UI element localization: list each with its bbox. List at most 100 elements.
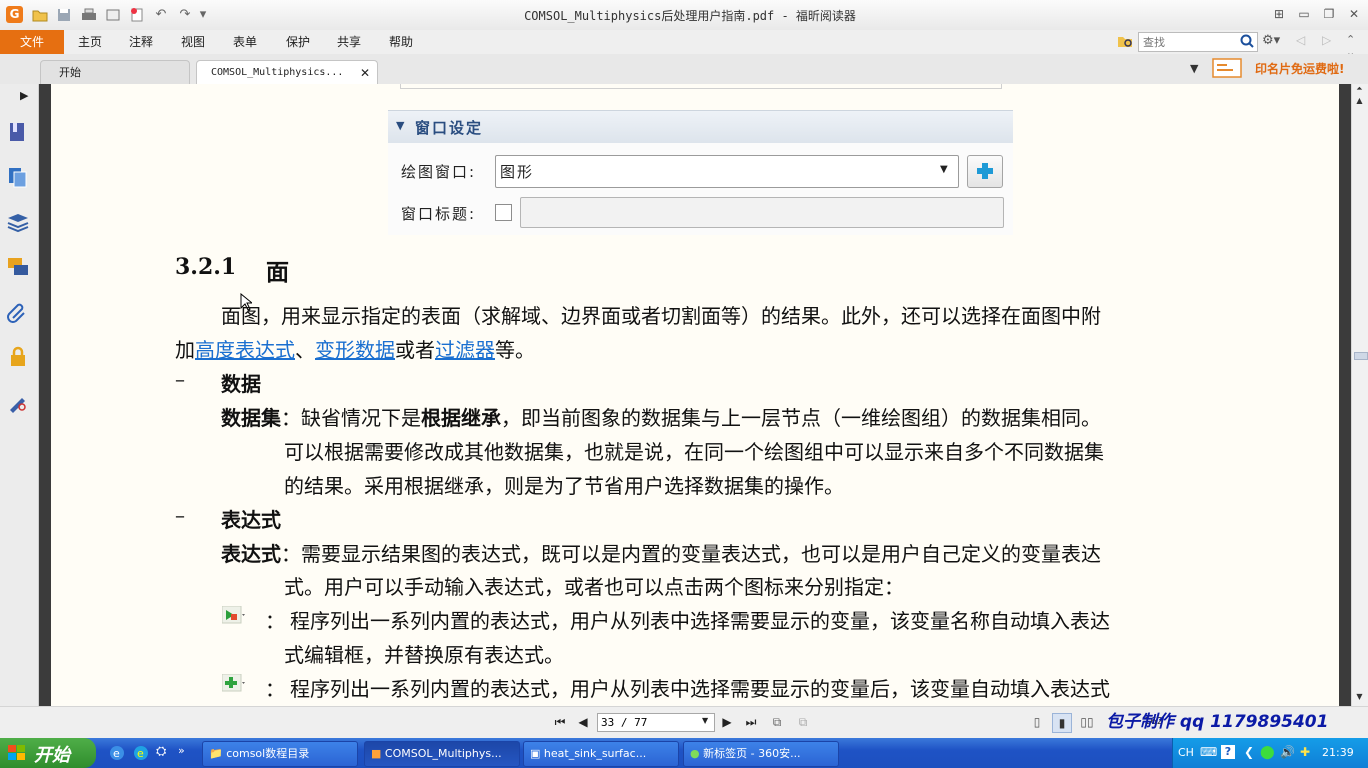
- restore-icon[interactable]: ❐: [1319, 5, 1339, 23]
- intro-line-1: 面图，用来显示指定的表面（求解域、边界面或者切割面等）的结果。此外，还可以选择在…: [221, 304, 1101, 328]
- dash-bullet: –: [175, 367, 185, 391]
- menu-comment[interactable]: 注释: [129, 30, 153, 54]
- app-logo-icon[interactable]: G: [6, 6, 23, 23]
- menu-share[interactable]: 共享: [337, 30, 361, 54]
- quicklaunch-tool-icon[interactable]: ⛭: [156, 744, 174, 762]
- page-number-input[interactable]: ▼: [597, 713, 715, 732]
- layout-grid-icon[interactable]: ⊞: [1269, 5, 1289, 23]
- settings-gear-icon[interactable]: ⚙▾: [1262, 33, 1286, 49]
- security-tray-icon[interactable]: ✚: [1300, 745, 1314, 759]
- close-tab-icon[interactable]: ✕: [360, 66, 372, 80]
- scroll-thumb[interactable]: [1354, 352, 1368, 360]
- menu-help[interactable]: 帮助: [389, 30, 413, 54]
- menu-home[interactable]: 主页: [78, 30, 102, 54]
- nav-back-icon[interactable]: ◁: [1296, 33, 1310, 49]
- minimize-icon[interactable]: ▭: [1294, 5, 1314, 23]
- tab-start[interactable]: 开始: [40, 60, 190, 84]
- save-icon[interactable]: [55, 6, 73, 24]
- menu-form[interactable]: 表单: [233, 30, 257, 54]
- help-icon[interactable]: ?: [1221, 745, 1235, 759]
- page-thumbnails-icon[interactable]: [6, 165, 30, 189]
- dataset-colon: ：缺省情况下是: [281, 406, 421, 430]
- page-dropdown-icon[interactable]: ▼: [702, 716, 708, 725]
- scroll-top-icon[interactable]: ⏶: [1353, 84, 1366, 96]
- link-filter[interactable]: 过滤器: [435, 338, 495, 362]
- facing-pages-icon[interactable]: ▯▯: [1078, 713, 1096, 731]
- undo-icon[interactable]: ↶: [152, 6, 170, 24]
- start-label[interactable]: 开始: [34, 741, 70, 767]
- scroll-down-icon[interactable]: ▼: [1353, 692, 1366, 704]
- task-foxit-reader[interactable]: ■ COMSOL_Multiphys...: [364, 741, 520, 767]
- task-comsol-folder[interactable]: 📁 comsol数程目录: [202, 741, 358, 767]
- dataset-bold: 根据继承: [421, 406, 501, 430]
- ad-banner[interactable]: 印名片免运费啦!: [1212, 56, 1360, 80]
- page-number-field[interactable]: [598, 714, 704, 731]
- first-page-icon[interactable]: ⏮: [551, 713, 569, 731]
- link-height-expression[interactable]: 高度表达式: [195, 338, 295, 362]
- search-field[interactable]: [1139, 33, 1243, 51]
- print-icon[interactable]: [80, 6, 98, 24]
- link-deformation-data[interactable]: 变形数据: [315, 338, 395, 362]
- expression-label: 表达式: [221, 542, 281, 566]
- menu-view[interactable]: 视图: [181, 30, 205, 54]
- previous-page-icon[interactable]: ◀: [574, 713, 592, 731]
- quicklaunch-browser-icon[interactable]: e: [132, 744, 150, 762]
- expression-line-1: 表达式：需要显示结果图的表达式，既可以是内置的变量表达式，也可以是用户自己定义的…: [221, 538, 1101, 567]
- scroll-up-icon[interactable]: ▲: [1353, 96, 1366, 108]
- quicklaunch-ie-icon[interactable]: e: [108, 744, 126, 762]
- new-doc-icon[interactable]: [128, 6, 146, 24]
- single-page-icon[interactable]: ▯: [1028, 713, 1046, 731]
- security-lock-icon[interactable]: [6, 345, 30, 369]
- comments-icon[interactable]: [6, 255, 30, 279]
- continuous-page-icon[interactable]: ▮: [1052, 713, 1072, 733]
- intro-mid: 或者: [395, 338, 435, 362]
- expression-heading: 表达式: [221, 508, 281, 532]
- intro-prefix: 加: [175, 338, 195, 362]
- svg-text:e: e: [137, 747, 144, 760]
- dataset-label: 数据集: [221, 406, 281, 430]
- language-indicator[interactable]: CH: [1178, 746, 1194, 759]
- previous-view-icon[interactable]: ⧉: [768, 713, 786, 731]
- collapse-ribbon-icon[interactable]: ⌃ ⌄: [1346, 33, 1366, 59]
- network-icon[interactable]: ⬤: [1260, 745, 1275, 760]
- tray-expand-icon[interactable]: ❮: [1244, 745, 1258, 759]
- tab-list-dropdown-icon[interactable]: ▼: [1190, 62, 1202, 76]
- bullet2-line-1: 程序列出一系列内置的表达式，用户从列表中选择需要显示的变量后，该变量自动填入表达…: [290, 677, 1110, 701]
- start-button[interactable]: 开始: [0, 738, 96, 768]
- search-icon[interactable]: [1239, 33, 1255, 49]
- task-360-browser[interactable]: ● 新标签页 - 360安...: [683, 741, 839, 767]
- open-icon[interactable]: [31, 6, 49, 24]
- expand-panel-icon[interactable]: ▶: [20, 89, 30, 103]
- quicklaunch-more-icon[interactable]: »: [178, 744, 188, 762]
- close-window-icon[interactable]: ✕: [1344, 5, 1364, 23]
- keyboard-icon[interactable]: ⌨: [1200, 745, 1217, 759]
- menu-file[interactable]: 文件: [0, 30, 64, 54]
- bookmark-icon[interactable]: [6, 120, 30, 144]
- attachment-icon[interactable]: [6, 300, 30, 324]
- vertical-scrollbar[interactable]: [1351, 84, 1368, 706]
- task-heat-sink[interactable]: ▣ heat_sink_surfac...: [523, 741, 679, 767]
- last-page-icon[interactable]: ⏭: [742, 713, 760, 731]
- window-title: COMSOL_Multiphysics后处理用户指南.pdf - 福昕阅读器: [524, 9, 856, 23]
- dataset-line-1: 数据集：缺省情况下是根据继承，即当前图象的数据集与上一层节点（一维绘图组）的数据…: [221, 402, 1101, 431]
- customize-quick-access-icon[interactable]: ▾: [197, 6, 209, 24]
- layers-icon[interactable]: [6, 210, 30, 234]
- menu-protect[interactable]: 保护: [286, 30, 310, 54]
- expression-line-2: 式。用户可以手动输入表达式，或者也可以点击两个图标来分别指定：: [284, 575, 904, 599]
- task-label: COMSOL_Multiphys...: [384, 747, 502, 760]
- nav-forward-icon[interactable]: ▷: [1322, 33, 1336, 49]
- volume-icon[interactable]: 🔊: [1280, 745, 1295, 759]
- find-folder-icon[interactable]: [1117, 33, 1134, 50]
- dataset-line-3: 的结果。采用根据继承，则是为了节省用户选择数据集的操作。: [284, 474, 844, 498]
- redo-icon[interactable]: ↷: [176, 6, 194, 24]
- signature-icon[interactable]: [6, 390, 30, 414]
- next-page-icon[interactable]: ▶: [718, 713, 736, 731]
- add-plot-window-button: [967, 155, 1003, 188]
- clock[interactable]: 21:39: [1322, 746, 1354, 759]
- dropdown-arrow-icon: ▼: [940, 164, 948, 175]
- tab-document[interactable]: COMSOL_Multiphysics...: [196, 60, 378, 84]
- next-view-icon[interactable]: ⧉: [794, 713, 812, 731]
- task-label: heat_sink_surfac...: [543, 747, 647, 760]
- ad-text[interactable]: 印名片免运费啦!: [1255, 60, 1344, 77]
- properties-icon[interactable]: [104, 6, 122, 24]
